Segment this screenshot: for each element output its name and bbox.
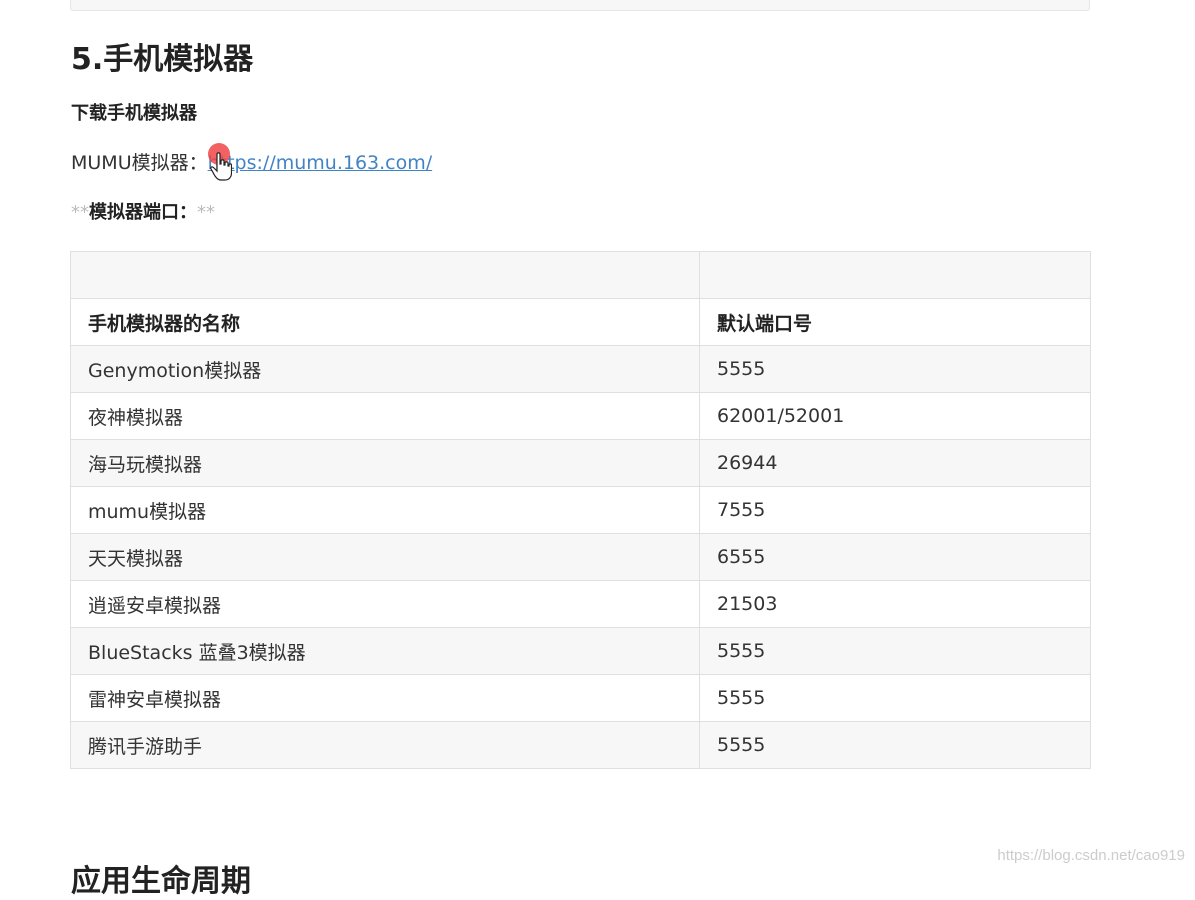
emulator-port: 62001/52001 <box>699 392 1091 440</box>
emulator-name: 海马玩模拟器 <box>70 439 700 487</box>
table-row: 腾讯手游助手 5555 <box>70 721 1091 769</box>
emulator-port: 21503 <box>699 580 1091 628</box>
mumu-link[interactable]: https://mumu.163.com/ <box>208 152 433 174</box>
table-row: BlueStacks 蓝叠3模拟器 5555 <box>70 627 1091 675</box>
header-port: 默认端口号 <box>699 298 1091 346</box>
emulator-port: 6555 <box>699 533 1091 581</box>
emulator-name: 雷神安卓模拟器 <box>70 674 700 722</box>
table-row-empty <box>70 251 1091 299</box>
table-row: mumu模拟器 7555 <box>70 486 1091 534</box>
markdown-stars-open: ** <box>71 202 89 223</box>
emulator-name: 夜神模拟器 <box>70 392 700 440</box>
table-row: 天天模拟器 6555 <box>70 533 1091 581</box>
emulator-name: BlueStacks 蓝叠3模拟器 <box>70 627 700 675</box>
emulator-name: 腾讯手游助手 <box>70 721 700 769</box>
emulator-port: 7555 <box>699 486 1091 534</box>
watermark: https://blog.csdn.net/cao919 <box>997 847 1185 864</box>
emulator-port: 5555 <box>699 674 1091 722</box>
table-row: Genymotion模拟器 5555 <box>70 345 1091 393</box>
next-section-title: 应用生命周期 <box>71 864 251 899</box>
header-name: 手机模拟器的名称 <box>70 298 700 346</box>
table-cell <box>699 251 1091 299</box>
table-row: 海马玩模拟器 26944 <box>70 439 1091 487</box>
hand-pointer-icon <box>210 152 232 181</box>
previous-code-block <box>70 0 1090 11</box>
download-subtitle: 下载手机模拟器 <box>71 103 197 124</box>
emulator-port-table: 手机模拟器的名称 默认端口号 Genymotion模拟器 5555 夜神模拟器 … <box>70 251 1091 769</box>
port-heading: **模拟器端口：** <box>71 198 215 224</box>
table-row: 逍遥安卓模拟器 21503 <box>70 580 1091 628</box>
table-cell <box>70 251 700 299</box>
table-header-row: 手机模拟器的名称 默认端口号 <box>70 298 1091 346</box>
emulator-port: 26944 <box>699 439 1091 487</box>
emulator-port: 5555 <box>699 721 1091 769</box>
table-row: 夜神模拟器 62001/52001 <box>70 392 1091 440</box>
emulator-name: 天天模拟器 <box>70 533 700 581</box>
port-label: 模拟器端口： <box>89 202 197 223</box>
emulator-name: 逍遥安卓模拟器 <box>70 580 700 628</box>
emulator-port: 5555 <box>699 345 1091 393</box>
emulator-name: mumu模拟器 <box>70 486 700 534</box>
markdown-stars-close: ** <box>197 202 215 223</box>
mumu-link-line: MUMU模拟器：https://mumu.163.com/ <box>71 148 432 175</box>
table-row: 雷神安卓模拟器 5555 <box>70 674 1091 722</box>
mumu-label: MUMU模拟器： <box>71 152 208 174</box>
section-title: 5.手机模拟器 <box>71 42 254 77</box>
emulator-port: 5555 <box>699 627 1091 675</box>
emulator-name: Genymotion模拟器 <box>70 345 700 393</box>
